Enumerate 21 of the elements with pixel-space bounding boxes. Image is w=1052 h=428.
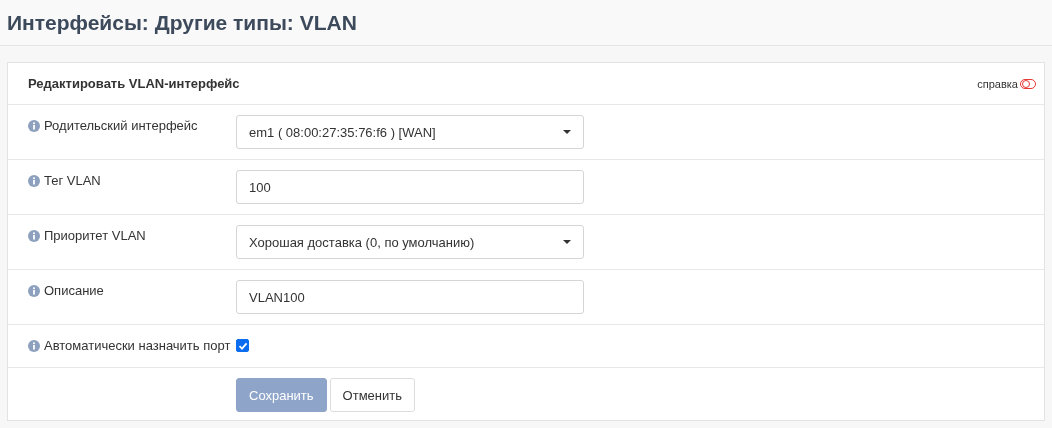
help-label: справка (977, 77, 1018, 90)
form-title: Редактировать VLAN-интерфейс (28, 76, 240, 91)
select-field[interactable]: em1 ( 08:00:27:35:76:f6 ) [WAN] (236, 115, 584, 149)
field-label: Тег VLAN (44, 173, 101, 188)
caret-icon (563, 240, 571, 244)
info-icon[interactable] (28, 339, 40, 352)
field-label: Родительский интерфейс (44, 118, 198, 133)
page-title: Интерфейсы: Другие типы: VLAN (7, 10, 357, 35)
field-label: Приоритет VLAN (44, 228, 146, 243)
input-field[interactable]: VLAN100 (236, 280, 584, 314)
info-icon[interactable] (28, 119, 40, 132)
field-label: Автоматически назначить порт (44, 338, 231, 353)
field-label: Описание (44, 283, 104, 298)
input-field[interactable]: 100 (236, 170, 584, 204)
form-button[interactable]: Отменить (329, 378, 415, 412)
info-icon[interactable] (28, 229, 40, 242)
info-icon[interactable] (28, 284, 40, 297)
info-icon[interactable] (28, 174, 40, 187)
checkbox[interactable] (236, 339, 249, 352)
caret-icon (563, 130, 571, 134)
select-field[interactable]: Хорошая доставка (0, по умолчанию) (236, 225, 584, 259)
